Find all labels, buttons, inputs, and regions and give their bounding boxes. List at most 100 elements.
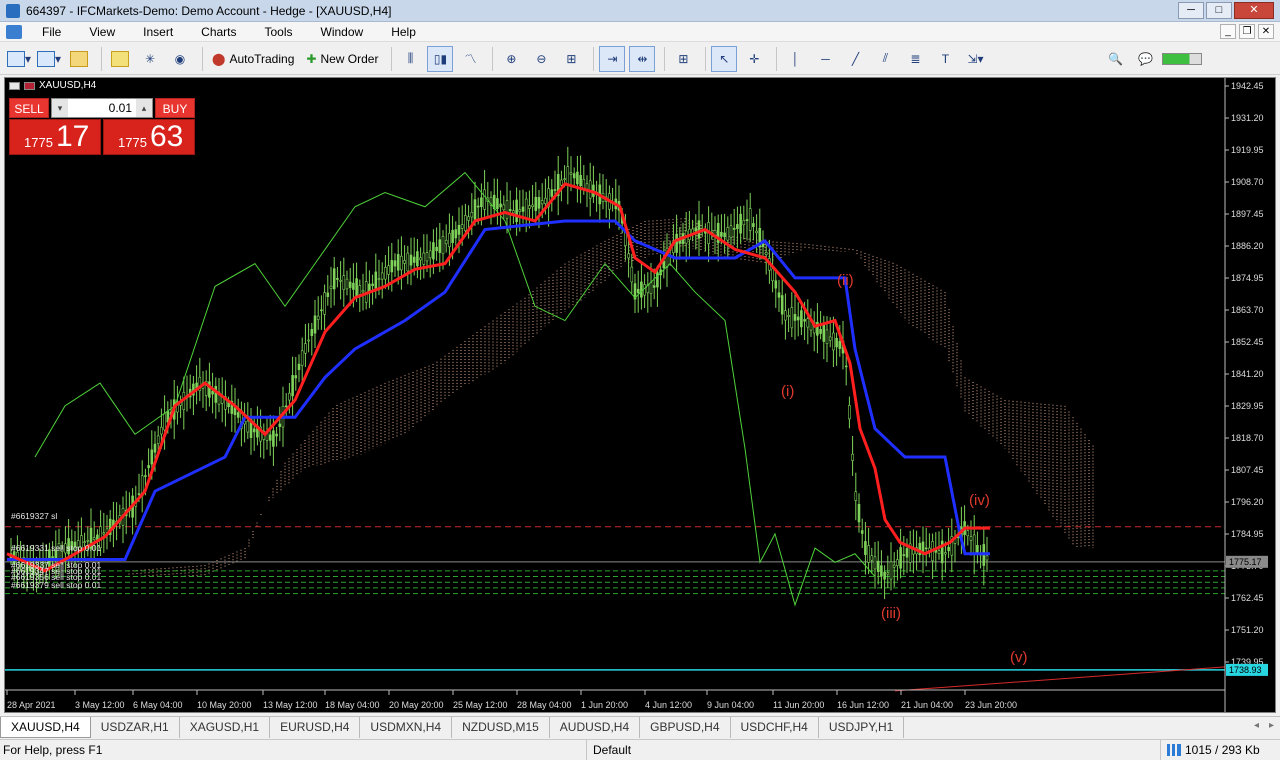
line-chart-icon[interactable]: 〽 [457, 46, 483, 72]
candle-body [332, 268, 336, 290]
status-help: For Help, press F1 [3, 743, 103, 757]
tab-usdmxn-h4[interactable]: USDMXN,H4 [360, 717, 453, 738]
arrows-icon[interactable]: ⇲▾ [962, 46, 988, 72]
profiles-icon[interactable]: ▾ [36, 46, 62, 72]
candle-body [387, 265, 390, 275]
candle-body [521, 206, 525, 212]
cursor-icon[interactable]: ↖ [711, 45, 738, 72]
tab-usdchf-h4[interactable]: USDCHF,H4 [731, 717, 819, 738]
lot-size-stepper[interactable]: ▾ 0.01 ▴ [51, 98, 153, 118]
lot-decrease-icon[interactable]: ▾ [52, 99, 68, 117]
connection-status-icon[interactable] [1162, 46, 1203, 72]
search-icon[interactable]: 🔍 [1102, 46, 1128, 72]
menu-help[interactable]: Help [377, 25, 430, 39]
buy-price[interactable]: 1775 63 [103, 119, 195, 155]
text-icon[interactable]: T [932, 46, 958, 72]
mdi-restore-button[interactable]: ❐ [1239, 24, 1255, 39]
candle-body [652, 285, 656, 288]
candle-body [233, 407, 237, 416]
sell-price[interactable]: 1775 17 [9, 119, 101, 155]
time-tick-label: 21 Jun 04:00 [901, 700, 953, 710]
candle-body [905, 548, 909, 558]
chart-shift-icon[interactable]: ⇹ [629, 45, 656, 72]
candle-body [636, 288, 640, 294]
zoom-in-icon[interactable]: ⊕ [498, 46, 524, 72]
candle-body [985, 555, 989, 561]
navigator-icon[interactable] [107, 46, 133, 72]
price-tick-label: 1942.45 [1231, 81, 1264, 91]
terminal-icon[interactable]: ✳ [137, 46, 163, 72]
vertical-line-icon[interactable]: │ [782, 46, 808, 72]
buy-button[interactable]: BUY [155, 98, 195, 118]
crosshair-icon[interactable]: ✛ [741, 46, 767, 72]
candle-body [828, 336, 832, 341]
app-icon [6, 3, 20, 18]
menu-file[interactable]: File [28, 25, 75, 39]
candlestick-icon[interactable]: ▯▮ [427, 45, 454, 72]
candle-body [320, 309, 323, 312]
tab-nzdusd-m15[interactable]: NZDUSD,M15 [452, 717, 550, 738]
menu-tools[interactable]: Tools [251, 25, 307, 39]
lot-size-value[interactable]: 0.01 [68, 101, 136, 115]
bar-chart-icon[interactable]: ⫼ [397, 46, 423, 72]
mdi-close-button[interactable]: ✕ [1258, 24, 1274, 39]
menu-view[interactable]: View [75, 25, 129, 39]
fibonacci-icon[interactable]: ≣ [902, 46, 928, 72]
candle-body [499, 203, 502, 208]
candle-body [380, 272, 384, 280]
zoom-out-icon[interactable]: ⊖ [528, 46, 554, 72]
minimize-button[interactable]: ─ [1178, 2, 1204, 19]
candle-body [563, 178, 566, 180]
candle-body [515, 199, 518, 222]
autotrading-button[interactable]: ⬤ AutoTrading [208, 46, 298, 72]
candle-body [342, 275, 346, 290]
mdi-minimize-button[interactable]: _ [1220, 24, 1236, 39]
candle-body [553, 189, 557, 191]
tab-scroll-left-icon[interactable]: ◂ [1254, 720, 1259, 731]
new-order-button[interactable]: ✚ New Order [302, 46, 382, 72]
tab-scroll-right-icon[interactable]: ▸ [1269, 720, 1274, 731]
indicators-icon[interactable]: ⊞ [670, 46, 696, 72]
lot-increase-icon[interactable]: ▴ [136, 99, 152, 117]
candle-body [569, 172, 573, 175]
time-tick-label: 4 Jun 12:00 [645, 700, 692, 710]
candle-body [649, 282, 653, 294]
tile-windows-icon[interactable]: ⊞ [558, 46, 584, 72]
trendline-icon[interactable]: ╱ [842, 46, 868, 72]
chat-icon[interactable]: 💬 [1132, 46, 1158, 72]
candle-body [505, 200, 509, 219]
tab-xagusd-h1[interactable]: XAGUSD,H1 [180, 717, 271, 738]
candle-body [409, 254, 413, 266]
chart-canvas[interactable]: #6619327 sl #6619331 sell stop 0.01 #66193… [5, 78, 1275, 712]
auto-scroll-icon[interactable]: ⇥ [599, 45, 626, 72]
candle-body [460, 224, 464, 229]
tab-usdjpy-h1[interactable]: USDJPY,H1 [819, 717, 905, 738]
candle-body [838, 341, 842, 349]
signals-icon[interactable]: ◉ [167, 46, 193, 72]
candle-body [726, 227, 730, 241]
equidistant-channel-icon[interactable]: ⫽ [872, 46, 898, 72]
sell-button[interactable]: SELL [9, 98, 49, 118]
menu-charts[interactable]: Charts [187, 25, 250, 39]
tab-eurusd-h4[interactable]: EURUSD,H4 [270, 717, 361, 738]
tab-xauusd-h4[interactable]: XAUUSD,H4 [0, 717, 91, 738]
candle-body [403, 260, 406, 264]
menu-window[interactable]: Window [307, 25, 378, 39]
chart-area[interactable]: #6619327 sl #6619331 sell stop 0.01 #66193… [4, 77, 1276, 713]
tab-usdzar-h1[interactable]: USDZAR,H1 [91, 717, 180, 738]
candle-body [582, 178, 586, 190]
tab-audusd-h4[interactable]: AUDUSD,H4 [550, 717, 641, 738]
new-chart-icon[interactable]: ▾ [6, 46, 32, 72]
candle-body [419, 257, 422, 261]
tab-gbpusd-h4[interactable]: GBPUSD,H4 [640, 717, 731, 738]
market-watch-icon[interactable] [66, 46, 92, 72]
close-button[interactable]: ✕ [1234, 2, 1274, 19]
candle-body [867, 545, 870, 563]
candle-body [304, 343, 307, 354]
candle-body [851, 453, 854, 461]
menu-insert[interactable]: Insert [129, 25, 187, 39]
maximize-button[interactable]: □ [1206, 2, 1232, 19]
horizontal-line-icon[interactable]: ─ [812, 46, 838, 72]
price-tick-label: 1919.95 [1231, 145, 1264, 155]
candle-body [880, 565, 883, 577]
